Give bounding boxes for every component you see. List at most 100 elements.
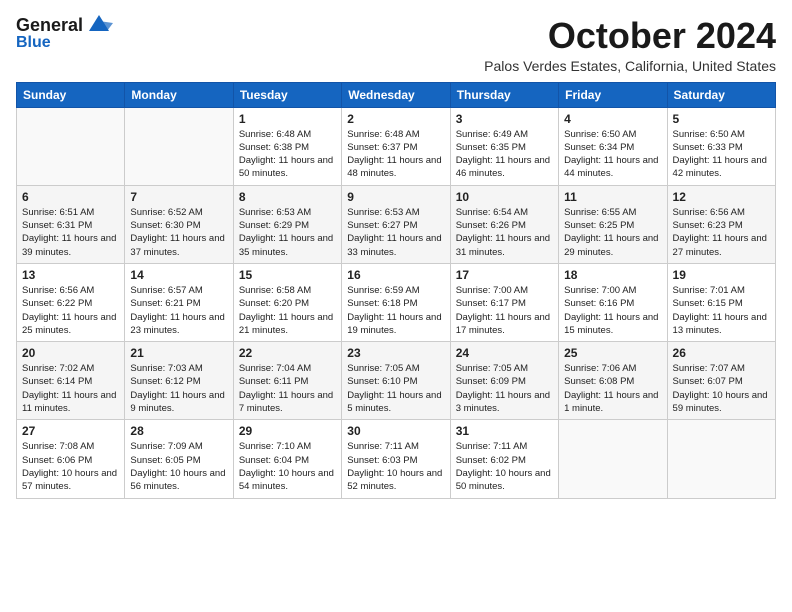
calendar-cell: 4 Sunrise: 6:50 AM Sunset: 6:34 PM Daylig… — [559, 107, 667, 185]
day-info: Sunrise: 6:58 AM Sunset: 6:20 PM Dayligh… — [239, 284, 336, 337]
day-info: Sunrise: 7:02 AM Sunset: 6:14 PM Dayligh… — [22, 362, 119, 415]
day-info: Sunrise: 6:48 AM Sunset: 6:37 PM Dayligh… — [347, 128, 444, 181]
day-info: Sunrise: 7:09 AM Sunset: 6:05 PM Dayligh… — [130, 440, 227, 493]
calendar-cell: 1Sunrise: 6:48 AM Sunset: 6:38 PM Daylig… — [233, 107, 341, 185]
day-info: Sunrise: 6:52 AM Sunset: 6:30 PM Dayligh… — [130, 206, 227, 259]
day-number: 29 — [239, 424, 336, 438]
calendar-cell — [17, 107, 125, 185]
day-info: Sunrise: 6:51 AM Sunset: 6:31 PM Dayligh… — [22, 206, 119, 259]
day-info: Sunrise: 7:08 AM Sunset: 6:06 PM Dayligh… — [22, 440, 119, 493]
day-number: 20 — [22, 346, 119, 360]
day-info: Sunrise: 6:50 AM Sunset: 6:34 PM Dayligh… — [564, 128, 661, 181]
day-info: Sunrise: 7:00 AM Sunset: 6:16 PM Dayligh… — [564, 284, 661, 337]
day-info: Sunrise: 6:50 AM Sunset: 6:33 PM Dayligh… — [673, 128, 770, 181]
day-number: 10 — [456, 190, 553, 204]
calendar-cell: 16Sunrise: 6:59 AM Sunset: 6:18 PM Dayli… — [342, 263, 450, 341]
calendar-cell: 31 Sunrise: 7:11 AM Sunset: 6:02 PM Dayli… — [450, 420, 558, 498]
day-number: 25 — [564, 346, 661, 360]
day-number: 28 — [130, 424, 227, 438]
calendar-cell: 25 Sunrise: 7:06 AM Sunset: 6:08 PM Dayli… — [559, 342, 667, 420]
calendar-week-1: 1Sunrise: 6:48 AM Sunset: 6:38 PM Daylig… — [17, 107, 776, 185]
calendar-week-2: 6 Sunrise: 6:51 AM Sunset: 6:31 PM Daylig… — [17, 185, 776, 263]
calendar-cell — [125, 107, 233, 185]
day-number: 2 — [347, 112, 444, 126]
day-number: 30 — [347, 424, 444, 438]
day-info: Sunrise: 7:04 AM Sunset: 6:11 PM Dayligh… — [239, 362, 336, 415]
calendar-cell: 13 Sunrise: 6:56 AM Sunset: 6:22 PM Dayli… — [17, 263, 125, 341]
day-info: Sunrise: 6:56 AM Sunset: 6:22 PM Dayligh… — [22, 284, 119, 337]
day-number: 23 — [347, 346, 444, 360]
calendar-cell: 14 Sunrise: 6:57 AM Sunset: 6:21 PM Dayli… — [125, 263, 233, 341]
day-number: 9 — [347, 190, 444, 204]
page-header: General Blue October 2024 Palos Verdes E… — [16, 16, 776, 74]
day-number: 6 — [22, 190, 119, 204]
day-info: Sunrise: 7:00 AM Sunset: 6:17 PM Dayligh… — [456, 284, 553, 337]
calendar-table: SundayMondayTuesdayWednesdayThursdayFrid… — [16, 82, 776, 499]
calendar-cell — [667, 420, 775, 498]
day-number: 14 — [130, 268, 227, 282]
day-info: Sunrise: 7:10 AM Sunset: 6:04 PM Dayligh… — [239, 440, 336, 493]
day-number: 5 — [673, 112, 770, 126]
calendar-cell: 9Sunrise: 6:53 AM Sunset: 6:27 PM Daylig… — [342, 185, 450, 263]
day-number: 13 — [22, 268, 119, 282]
day-info: Sunrise: 7:11 AM Sunset: 6:02 PM Dayligh… — [456, 440, 553, 493]
day-info: Sunrise: 6:56 AM Sunset: 6:23 PM Dayligh… — [673, 206, 770, 259]
calendar-header-wednesday: Wednesday — [342, 82, 450, 107]
calendar-cell: 27 Sunrise: 7:08 AM Sunset: 6:06 PM Dayli… — [17, 420, 125, 498]
title-section: October 2024 Palos Verdes Estates, Calif… — [484, 16, 776, 74]
day-info: Sunrise: 6:55 AM Sunset: 6:25 PM Dayligh… — [564, 206, 661, 259]
day-number: 24 — [456, 346, 553, 360]
calendar-week-5: 27 Sunrise: 7:08 AM Sunset: 6:06 PM Dayli… — [17, 420, 776, 498]
day-info: Sunrise: 6:53 AM Sunset: 6:29 PM Dayligh… — [239, 206, 336, 259]
day-info: Sunrise: 6:49 AM Sunset: 6:35 PM Dayligh… — [456, 128, 553, 181]
calendar-cell: 22Sunrise: 7:04 AM Sunset: 6:11 PM Dayli… — [233, 342, 341, 420]
calendar-cell: 3 Sunrise: 6:49 AM Sunset: 6:35 PM Daylig… — [450, 107, 558, 185]
day-info: Sunrise: 6:54 AM Sunset: 6:26 PM Dayligh… — [456, 206, 553, 259]
logo-blue-text: Blue — [16, 34, 51, 52]
calendar-cell: 24Sunrise: 7:05 AM Sunset: 6:09 PM Dayli… — [450, 342, 558, 420]
day-info: Sunrise: 7:06 AM Sunset: 6:08 PM Dayligh… — [564, 362, 661, 415]
day-number: 3 — [456, 112, 553, 126]
calendar-cell — [559, 420, 667, 498]
day-number: 11 — [564, 190, 661, 204]
day-number: 8 — [239, 190, 336, 204]
calendar-cell: 20 Sunrise: 7:02 AM Sunset: 6:14 PM Dayli… — [17, 342, 125, 420]
logo-icon — [85, 13, 113, 35]
calendar-header-saturday: Saturday — [667, 82, 775, 107]
day-info: Sunrise: 6:59 AM Sunset: 6:18 PM Dayligh… — [347, 284, 444, 337]
calendar-header-row: SundayMondayTuesdayWednesdayThursdayFrid… — [17, 82, 776, 107]
logo: General Blue — [16, 16, 113, 51]
day-number: 17 — [456, 268, 553, 282]
calendar-cell: 18 Sunrise: 7:00 AM Sunset: 6:16 PM Dayli… — [559, 263, 667, 341]
day-number: 4 — [564, 112, 661, 126]
calendar-cell: 8 Sunrise: 6:53 AM Sunset: 6:29 PM Daylig… — [233, 185, 341, 263]
calendar-cell: 29 Sunrise: 7:10 AM Sunset: 6:04 PM Dayli… — [233, 420, 341, 498]
day-number: 1 — [239, 112, 336, 126]
day-info: Sunrise: 7:03 AM Sunset: 6:12 PM Dayligh… — [130, 362, 227, 415]
calendar-header-monday: Monday — [125, 82, 233, 107]
day-number: 18 — [564, 268, 661, 282]
day-number: 27 — [22, 424, 119, 438]
day-info: Sunrise: 7:05 AM Sunset: 6:10 PM Dayligh… — [347, 362, 444, 415]
calendar-cell: 2 Sunrise: 6:48 AM Sunset: 6:37 PM Daylig… — [342, 107, 450, 185]
calendar-cell: 10 Sunrise: 6:54 AM Sunset: 6:26 PM Dayli… — [450, 185, 558, 263]
calendar-cell: 7 Sunrise: 6:52 AM Sunset: 6:30 PM Daylig… — [125, 185, 233, 263]
calendar-week-4: 20 Sunrise: 7:02 AM Sunset: 6:14 PM Dayli… — [17, 342, 776, 420]
day-number: 31 — [456, 424, 553, 438]
day-number: 21 — [130, 346, 227, 360]
calendar-header-thursday: Thursday — [450, 82, 558, 107]
calendar-cell: 23 Sunrise: 7:05 AM Sunset: 6:10 PM Dayli… — [342, 342, 450, 420]
calendar-cell: 6 Sunrise: 6:51 AM Sunset: 6:31 PM Daylig… — [17, 185, 125, 263]
day-number: 26 — [673, 346, 770, 360]
day-number: 7 — [130, 190, 227, 204]
calendar-cell: 5 Sunrise: 6:50 AM Sunset: 6:33 PM Daylig… — [667, 107, 775, 185]
day-info: Sunrise: 6:57 AM Sunset: 6:21 PM Dayligh… — [130, 284, 227, 337]
day-info: Sunrise: 7:01 AM Sunset: 6:15 PM Dayligh… — [673, 284, 770, 337]
calendar-header-friday: Friday — [559, 82, 667, 107]
calendar-cell: 17 Sunrise: 7:00 AM Sunset: 6:17 PM Dayli… — [450, 263, 558, 341]
calendar-cell: 28 Sunrise: 7:09 AM Sunset: 6:05 PM Dayli… — [125, 420, 233, 498]
month-title: October 2024 — [484, 16, 776, 56]
day-info: Sunrise: 7:11 AM Sunset: 6:03 PM Dayligh… — [347, 440, 444, 493]
calendar-cell: 15Sunrise: 6:58 AM Sunset: 6:20 PM Dayli… — [233, 263, 341, 341]
calendar-cell: 21 Sunrise: 7:03 AM Sunset: 6:12 PM Dayli… — [125, 342, 233, 420]
